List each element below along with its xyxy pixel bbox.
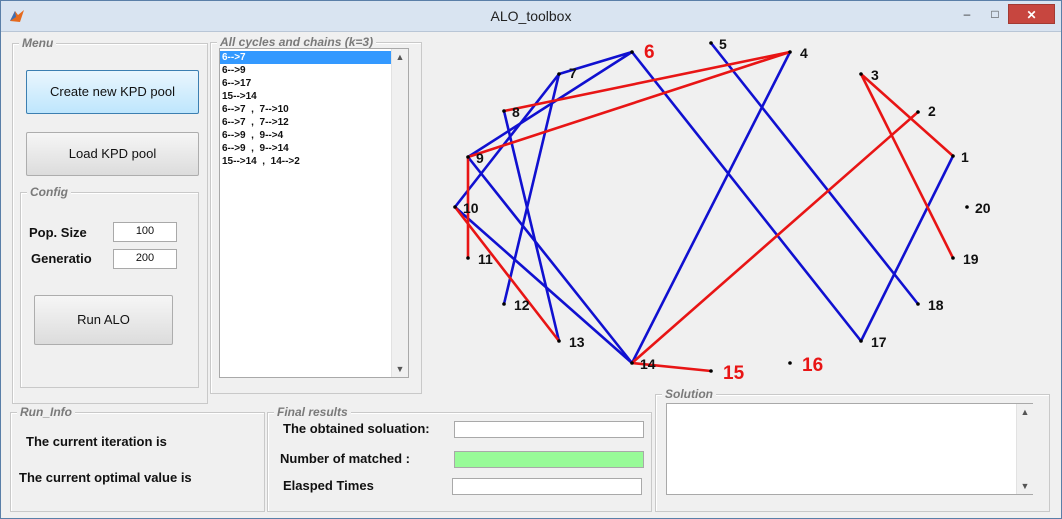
matched-count-label: Number of matched : (280, 451, 411, 466)
cycle-list-item[interactable]: 6-->9 , 9-->4 (220, 129, 392, 142)
pop-size-label: Pop. Size (29, 225, 87, 240)
node-label-4: 4 (800, 45, 808, 61)
cycle-list-item[interactable]: 15-->14 , 14-->2 (220, 155, 392, 168)
node-label-10: 10 (463, 200, 479, 216)
solution-scroll-down-icon[interactable]: ▼ (1017, 478, 1033, 494)
generation-label: Generatio (31, 251, 92, 266)
node-12 (502, 302, 506, 306)
node-15 (709, 369, 713, 373)
optimal-value-label: The current optimal value is (19, 470, 192, 485)
node-label-11: 11 (478, 251, 493, 267)
minimize-button[interactable]: – (954, 4, 980, 24)
title-bar[interactable]: ALO_toolbox – □ ✕ (1, 1, 1061, 32)
node-label-14: 14 (640, 356, 656, 372)
node-label-18: 18 (928, 297, 944, 313)
load-kpd-pool-button[interactable]: Load KPD pool (26, 132, 199, 176)
edge-14-2 (631, 111, 919, 364)
kpd-graph: 1234567891011121314 15 1617181920 (453, 36, 991, 384)
node-2 (916, 110, 920, 114)
close-button[interactable]: ✕ (1008, 4, 1055, 24)
matched-count-field[interactable] (454, 451, 644, 468)
edge-6-9 (467, 50, 633, 159)
pop-size-input[interactable]: 100 (113, 222, 177, 242)
node-label-7: 7 (569, 65, 577, 81)
solution-textarea[interactable] (666, 403, 1033, 495)
solution-title: Solution (662, 387, 716, 401)
window-title: ALO_toolbox (490, 8, 572, 24)
menu-panel-title: Menu (19, 36, 57, 50)
node-16 (788, 361, 792, 365)
cycle-list-item[interactable]: 6-->9 , 9-->14 (220, 142, 392, 155)
cycle-list-item[interactable]: 6-->7 , 7-->10 (220, 103, 392, 116)
node-label-9: 9 (476, 150, 484, 166)
alo-toolbox-window: ALO_toolbox – □ ✕ Menu Create new KPD po… (0, 0, 1062, 519)
edge-10-14 (454, 206, 633, 364)
node-5 (709, 41, 713, 45)
node-label-19: 19 (963, 251, 979, 267)
node-label-1: 1 (961, 149, 969, 165)
edge-4-14 (630, 51, 792, 364)
node-17 (859, 339, 863, 343)
node-label-17: 17 (871, 334, 887, 350)
node-20 (965, 205, 969, 209)
node-label-12: 12 (514, 297, 530, 313)
node-3 (859, 72, 863, 76)
node-1 (951, 154, 955, 158)
final-results-title: Final results (274, 405, 351, 419)
run-info-title: Run_Info (17, 405, 75, 419)
node-label-16: 16 (802, 355, 823, 376)
node-label-6: 6 (644, 42, 655, 63)
obtained-solution-field[interactable] (454, 421, 644, 438)
cycle-list-item[interactable]: 6-->9 (220, 64, 392, 77)
config-panel-title: Config (27, 185, 71, 199)
run-alo-button[interactable]: Run ALO (34, 295, 173, 345)
cycles-listbox[interactable]: 6-->7 6-->9 6-->17 15-->14 6-->7 , 7-->10 6--… (219, 48, 409, 378)
elapsed-time-label: Elasped Times (283, 478, 374, 493)
cycles-list: 6-->7 6-->9 6-->17 15-->14 6-->7 , 7-->10 6--… (220, 51, 392, 168)
node-label-15: 15 (723, 363, 745, 384)
node-19 (951, 256, 955, 260)
node-10 (453, 205, 457, 209)
node-label-13: 13 (569, 334, 585, 350)
node-14 (630, 361, 634, 365)
scroll-down-arrow-icon[interactable]: ▼ (392, 361, 408, 377)
run-info-panel: Run_Info (10, 405, 265, 512)
node-label-3: 3 (871, 67, 879, 83)
node-label-8: 8 (512, 104, 520, 120)
cycle-list-item[interactable]: 6-->17 (220, 77, 392, 90)
node-18 (916, 302, 920, 306)
cycle-list-item[interactable]: 6-->7 (220, 51, 392, 64)
create-kpd-pool-button[interactable]: Create new KPD pool (26, 70, 199, 114)
iteration-label: The current iteration is (26, 434, 167, 449)
cycles-panel-title: All cycles and chains (k=3) (217, 35, 377, 49)
solution-scrollbar[interactable]: ▲ ▼ (1016, 404, 1033, 494)
node-11 (466, 256, 470, 260)
maximize-button[interactable]: □ (982, 4, 1008, 24)
node-label-20: 20 (975, 200, 991, 216)
cycle-list-item[interactable]: 15-->14 (220, 90, 392, 103)
edge-3-1 (860, 73, 954, 157)
cycles-scrollbar[interactable]: ▲ ▼ (391, 49, 408, 377)
scroll-up-arrow-icon[interactable]: ▲ (392, 49, 408, 65)
obtained-solution-label: The obtained soluation: (283, 421, 430, 436)
node-13 (557, 339, 561, 343)
node-8 (502, 109, 506, 113)
node-label-2: 2 (928, 103, 936, 119)
node-label-5: 5 (719, 36, 727, 52)
node-4 (788, 50, 792, 54)
node-7 (557, 72, 561, 76)
cycle-list-item[interactable]: 6-->7 , 7-->12 (220, 116, 392, 129)
generation-input[interactable]: 200 (113, 249, 177, 269)
node-6 (630, 50, 634, 54)
edge-3-19 (859, 73, 955, 259)
elapsed-time-field[interactable] (452, 478, 642, 495)
solution-scroll-up-icon[interactable]: ▲ (1017, 404, 1033, 420)
node-9 (466, 155, 470, 159)
